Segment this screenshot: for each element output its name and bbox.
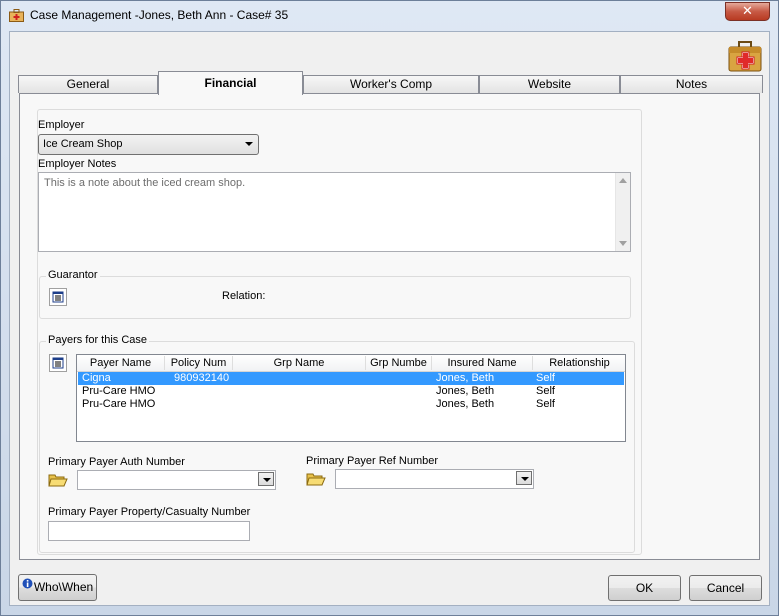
ok-button[interactable]: OK — [608, 575, 681, 601]
notes-scrollbar[interactable] — [615, 173, 630, 251]
employer-notes-label: Employer Notes — [38, 158, 117, 170]
payers-group: Payers for this Case Payer Name Policy N… — [39, 334, 635, 553]
payer-name-cell: Pru-Care HMO — [82, 385, 156, 397]
tab-financial-label: Financial — [204, 76, 257, 90]
tab-notes[interactable]: Notes — [620, 75, 763, 93]
scroll-down-icon[interactable] — [619, 241, 627, 246]
casualty-number-label: Primary Payer Property/Casualty Number — [48, 506, 251, 518]
who-when-label: Who\When — [33, 580, 94, 594]
column-header-payer-name[interactable]: Payer Name — [77, 356, 165, 370]
cancel-label: Cancel — [706, 581, 745, 595]
window-title: Case Management -Jones, Beth Ann - Case#… — [30, 8, 289, 22]
ref-number-combo[interactable] — [335, 469, 534, 489]
insured-name-cell: Jones, Beth — [436, 385, 495, 397]
guarantor-group: Guarantor Relation: — [39, 269, 631, 319]
chevron-down-icon[interactable] — [258, 472, 274, 486]
tab-strip: General Financial Worker's Comp Website … — [18, 71, 763, 95]
policy-num-cell: 980932140 — [174, 372, 230, 384]
tab-workers-comp[interactable]: Worker's Comp — [303, 75, 479, 93]
scroll-up-icon[interactable] — [619, 178, 627, 183]
table-row[interactable]: Pru-Care HMO Jones, Beth Self — [78, 385, 624, 398]
who-when-button[interactable]: Who\When — [18, 574, 97, 601]
financial-panel: Employer Ice Cream Shop Employer Notes T… — [19, 93, 760, 560]
insured-name-cell: Jones, Beth — [436, 372, 495, 384]
casualty-number-field[interactable] — [48, 521, 250, 541]
payer-name-cell: Pru-Care HMO — [82, 398, 156, 410]
tab-general[interactable]: General — [18, 75, 158, 93]
ref-number-label: Primary Payer Ref Number — [306, 455, 439, 467]
auth-number-combo[interactable] — [77, 470, 276, 490]
employer-notes-field[interactable]: This is a note about the iced cream shop… — [38, 172, 631, 252]
list-select-icon — [52, 357, 64, 369]
column-header-relationship[interactable]: Relationship — [533, 356, 625, 370]
chevron-down-icon — [245, 142, 253, 146]
table-row[interactable]: Cigna 980932140 Jones, Beth Self — [78, 372, 624, 385]
guarantor-select-button[interactable] — [49, 288, 67, 306]
tab-website-label: Website — [527, 77, 572, 91]
close-button[interactable]: ✕ — [725, 2, 770, 21]
chevron-down-icon[interactable] — [516, 471, 532, 485]
payers-group-label: Payers for this Case — [46, 334, 150, 346]
payers-table[interactable]: Payer Name Policy Num Grp Name Grp Numbe… — [76, 354, 626, 442]
tab-general-label: General — [66, 77, 110, 91]
employer-notes-text: This is a note about the iced cream shop… — [44, 177, 246, 189]
tab-website[interactable]: Website — [479, 75, 620, 93]
case-management-icon — [9, 9, 24, 22]
cancel-button[interactable]: Cancel — [689, 575, 762, 601]
column-header-grp-name[interactable]: Grp Name — [233, 356, 366, 370]
column-header-policy-num[interactable]: Policy Num — [165, 356, 233, 370]
tab-workers-comp-label: Worker's Comp — [349, 77, 433, 91]
open-folder-icon[interactable] — [306, 471, 326, 487]
auth-number-label: Primary Payer Auth Number — [48, 456, 185, 468]
relationship-cell: Self — [536, 398, 555, 410]
guarantor-relation-label: Relation: — [222, 290, 266, 302]
relationship-cell: Self — [536, 385, 555, 397]
list-select-icon — [52, 291, 64, 303]
tab-notes-label: Notes — [675, 77, 708, 91]
guarantor-group-label: Guarantor — [46, 269, 100, 281]
info-icon — [22, 578, 33, 589]
first-aid-briefcase-icon — [728, 41, 762, 72]
tab-financial[interactable]: Financial — [158, 71, 303, 95]
employer-dropdown[interactable]: Ice Cream Shop — [38, 134, 259, 155]
employer-selected-value: Ice Cream Shop — [43, 138, 123, 150]
insured-name-cell: Jones, Beth — [436, 398, 495, 410]
relationship-cell: Self — [536, 372, 555, 384]
title-bar: Case Management -Jones, Beth Ann - Case#… — [1, 1, 778, 31]
dialog-body: General Financial Worker's Comp Website … — [9, 31, 770, 606]
payer-name-cell: Cigna — [82, 372, 111, 384]
payer-select-button[interactable] — [49, 354, 67, 372]
column-header-insured-name[interactable]: Insured Name — [432, 356, 533, 370]
financial-content: Employer Ice Cream Shop Employer Notes T… — [37, 109, 642, 555]
employer-label: Employer — [38, 119, 85, 131]
table-row[interactable]: Pru-Care HMO Jones, Beth Self — [78, 398, 624, 411]
column-header-grp-number[interactable]: Grp Numbe — [366, 356, 432, 370]
payers-table-header: Payer Name Policy Num Grp Name Grp Numbe… — [77, 355, 625, 372]
case-management-window: Case Management -Jones, Beth Ann - Case#… — [0, 0, 779, 616]
ok-label: OK — [635, 581, 654, 595]
open-folder-icon[interactable] — [48, 472, 68, 488]
